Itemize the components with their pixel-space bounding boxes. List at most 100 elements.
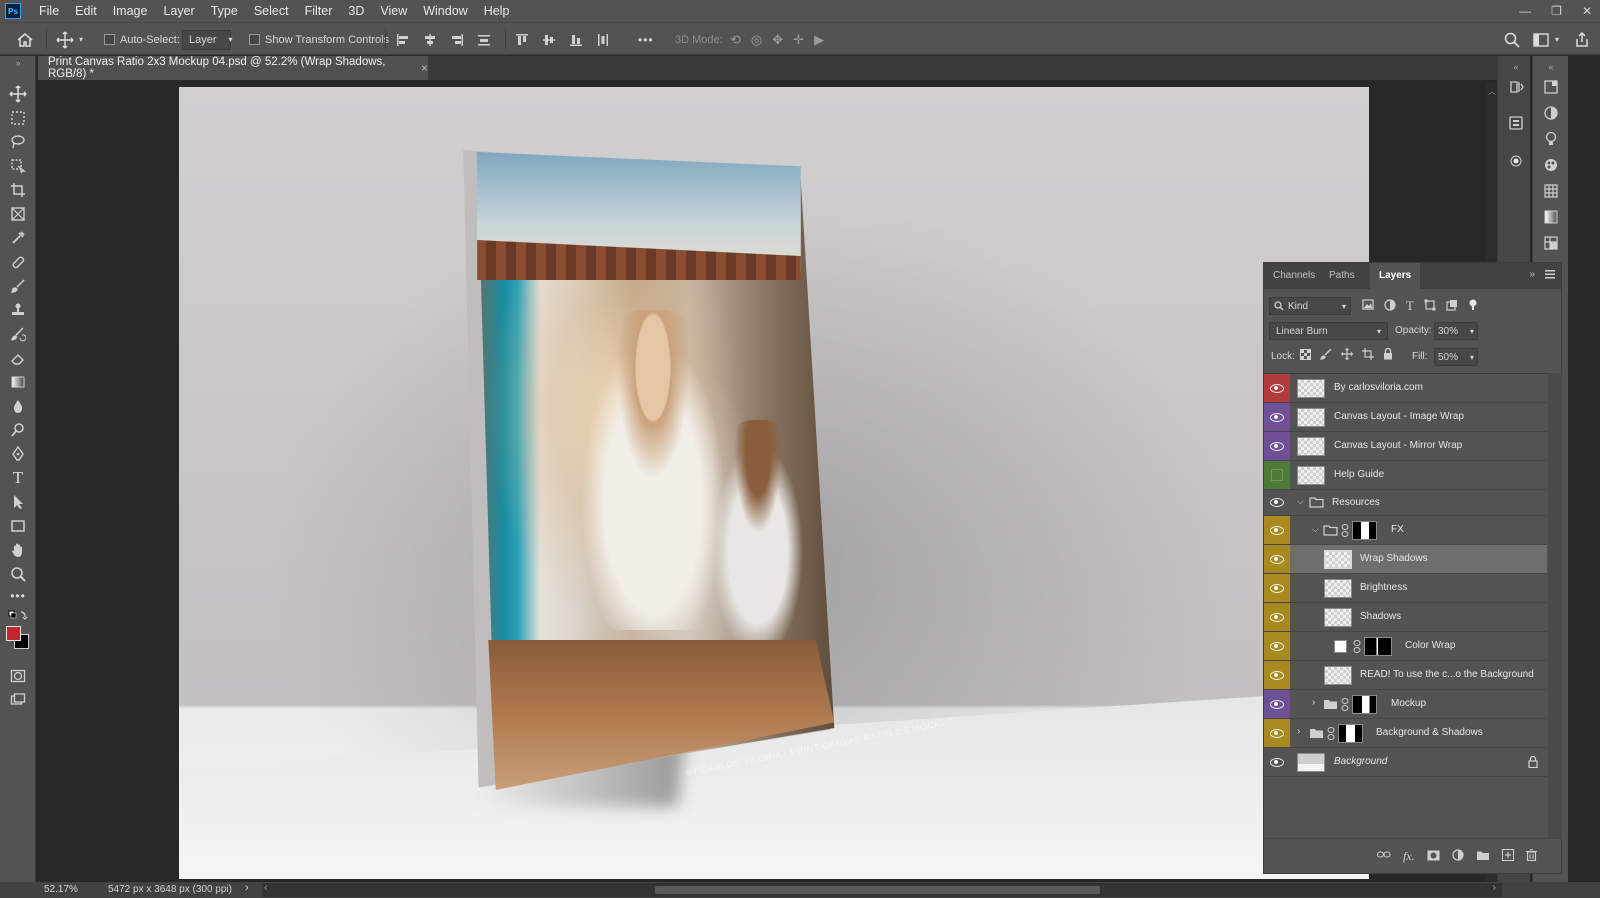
- patterns-panel-icon[interactable]: [1541, 234, 1561, 252]
- layer-row[interactable]: By carlosviloria.com: [1264, 374, 1547, 403]
- frame-tool-icon[interactable]: [8, 204, 28, 224]
- tab-layers[interactable]: Layers: [1370, 263, 1421, 289]
- layer-row[interactable]: Color Wrap: [1264, 632, 1547, 661]
- layer-visibility-toggle[interactable]: [1264, 374, 1290, 402]
- minimize-icon[interactable]: —: [1519, 4, 1531, 18]
- 3d-slide-icon[interactable]: ✛: [793, 32, 804, 48]
- type-tool-icon[interactable]: T: [8, 468, 28, 488]
- rectangle-tool-icon[interactable]: [8, 516, 28, 536]
- foreground-color-swatch[interactable]: [6, 626, 21, 641]
- align-vertical-centers-icon[interactable]: [542, 33, 556, 47]
- layer-row-selected[interactable]: Wrap Shadows: [1264, 545, 1547, 574]
- dodge-tool-icon[interactable]: [8, 420, 28, 440]
- new-layer-icon[interactable]: [1501, 849, 1514, 864]
- layer-row[interactable]: Canvas Layout - Image Wrap: [1264, 403, 1547, 432]
- search-icon[interactable]: [1504, 23, 1520, 56]
- move-tool-options-icon[interactable]: ▾: [56, 23, 83, 56]
- blend-mode-dropdown[interactable]: Linear Burn ▾: [1269, 322, 1388, 340]
- healing-brush-tool-icon[interactable]: [8, 252, 28, 272]
- path-selection-tool-icon[interactable]: [8, 492, 28, 512]
- distribute-horizontal-icon[interactable]: [596, 33, 610, 47]
- layer-row[interactable]: Background: [1264, 748, 1547, 777]
- layer-mask-thumbnail[interactable]: [1338, 724, 1363, 743]
- layer-visibility-toggle[interactable]: [1264, 516, 1290, 544]
- layer-visibility-toggle[interactable]: [1264, 490, 1290, 515]
- filter-adjustment-icon[interactable]: [1384, 298, 1396, 314]
- auto-select-checkbox-box[interactable]: [104, 34, 115, 45]
- libraries-panel-icon[interactable]: [1506, 114, 1526, 132]
- lock-all-icon[interactable]: [1383, 347, 1393, 363]
- crop-tool-icon[interactable]: [8, 180, 28, 200]
- chevron-right-icon[interactable]: ›: [1312, 697, 1315, 708]
- distribute-vertical-icon[interactable]: [477, 33, 491, 47]
- home-icon[interactable]: [16, 23, 34, 56]
- brush-tool-icon[interactable]: [8, 276, 28, 296]
- show-transform-checkbox-box[interactable]: [249, 34, 260, 45]
- menu-image[interactable]: Image: [105, 0, 156, 22]
- chevron-down-icon[interactable]: ▾: [1470, 327, 1474, 336]
- layer-mask-thumbnail[interactable]: [1364, 637, 1392, 656]
- layer-row[interactable]: Brightness: [1264, 574, 1547, 603]
- auto-select-target-dropdown[interactable]: Layer ▾: [182, 23, 233, 56]
- horizontal-scrollbar[interactable]: ‹ ›: [262, 882, 1502, 897]
- layer-visibility-toggle[interactable]: [1264, 545, 1290, 573]
- new-adjustment-layer-icon[interactable]: [1452, 849, 1464, 864]
- link-layers-icon[interactable]: [1377, 850, 1391, 863]
- delete-layer-icon[interactable]: [1525, 849, 1537, 864]
- menu-layer[interactable]: Layer: [155, 0, 202, 22]
- scrollbar-thumb[interactable]: [655, 886, 1100, 894]
- screen-mode-icon[interactable]: [8, 690, 28, 710]
- layer-group-row[interactable]: › Mockup: [1264, 690, 1547, 719]
- 3d-pan-icon[interactable]: ✥: [772, 32, 783, 48]
- color-panel-icon[interactable]: [1541, 156, 1561, 174]
- object-selection-tool-icon[interactable]: [8, 156, 28, 176]
- layer-row[interactable]: Help Guide: [1264, 461, 1547, 490]
- auto-select-checkbox[interactable]: Auto-Select:: [104, 23, 180, 56]
- filter-pixel-icon[interactable]: [1362, 299, 1374, 313]
- document-tab[interactable]: Print Canvas Ratio 2x3 Mockup 04.psd @ 5…: [38, 56, 428, 80]
- layer-visibility-toggle[interactable]: [1264, 690, 1290, 718]
- collapse-right-dock-icon[interactable]: «: [1541, 58, 1561, 76]
- lock-artboard-icon[interactable]: [1362, 348, 1374, 363]
- close-tab-icon[interactable]: ×: [421, 61, 428, 75]
- gradients-panel-icon[interactable]: [1541, 208, 1561, 226]
- clone-stamp-tool-icon[interactable]: [8, 300, 28, 320]
- eraser-tool-icon[interactable]: [8, 348, 28, 368]
- chevron-down-icon[interactable]: ⌵: [1312, 524, 1319, 535]
- layer-visibility-toggle[interactable]: [1264, 748, 1290, 776]
- filter-shape-icon[interactable]: [1424, 299, 1436, 314]
- align-bottom-edges-icon[interactable]: [569, 33, 583, 47]
- gradient-tool-icon[interactable]: [8, 372, 28, 392]
- layer-row[interactable]: Canvas Layout - Mirror Wrap: [1264, 432, 1547, 461]
- blur-tool-icon[interactable]: [8, 396, 28, 416]
- menu-edit[interactable]: Edit: [67, 0, 105, 22]
- add-mask-icon[interactable]: [1427, 850, 1440, 864]
- layer-row[interactable]: READ! To use the c...o the Background: [1264, 661, 1547, 690]
- more-options-button[interactable]: •••: [638, 23, 654, 56]
- history-brush-tool-icon[interactable]: [8, 324, 28, 344]
- chevron-down-icon[interactable]: ▾: [1470, 353, 1474, 362]
- new-group-icon[interactable]: [1476, 850, 1490, 864]
- 3d-roll-icon[interactable]: ◎: [751, 32, 762, 48]
- lock-position-icon[interactable]: [1341, 348, 1353, 363]
- menu-3d[interactable]: 3D: [340, 0, 372, 22]
- zoom-level[interactable]: 52.17%: [44, 884, 78, 895]
- layer-visibility-toggle[interactable]: [1264, 632, 1290, 660]
- edit-toolbar-icon[interactable]: •••: [8, 586, 28, 606]
- align-right-edges-icon[interactable]: [450, 33, 464, 47]
- align-top-edges-icon[interactable]: [515, 33, 529, 47]
- menu-file[interactable]: File: [31, 0, 67, 22]
- scroll-right-icon[interactable]: ›: [1492, 882, 1496, 894]
- layer-visibility-toggle[interactable]: [1264, 719, 1290, 747]
- restore-icon[interactable]: ❐: [1551, 4, 1562, 18]
- move-tool-icon[interactable]: [8, 84, 28, 104]
- brush-settings-icon[interactable]: [1506, 152, 1526, 170]
- menu-view[interactable]: View: [372, 0, 415, 22]
- layer-visibility-toggle[interactable]: [1264, 461, 1290, 489]
- menu-type[interactable]: Type: [203, 0, 246, 22]
- layer-mask-thumbnail[interactable]: [1352, 695, 1377, 714]
- marquee-tool-icon[interactable]: [8, 108, 28, 128]
- quick-mask-icon[interactable]: [8, 666, 28, 686]
- align-horizontal-centers-icon[interactable]: [423, 33, 437, 47]
- pen-tool-icon[interactable]: [8, 444, 28, 464]
